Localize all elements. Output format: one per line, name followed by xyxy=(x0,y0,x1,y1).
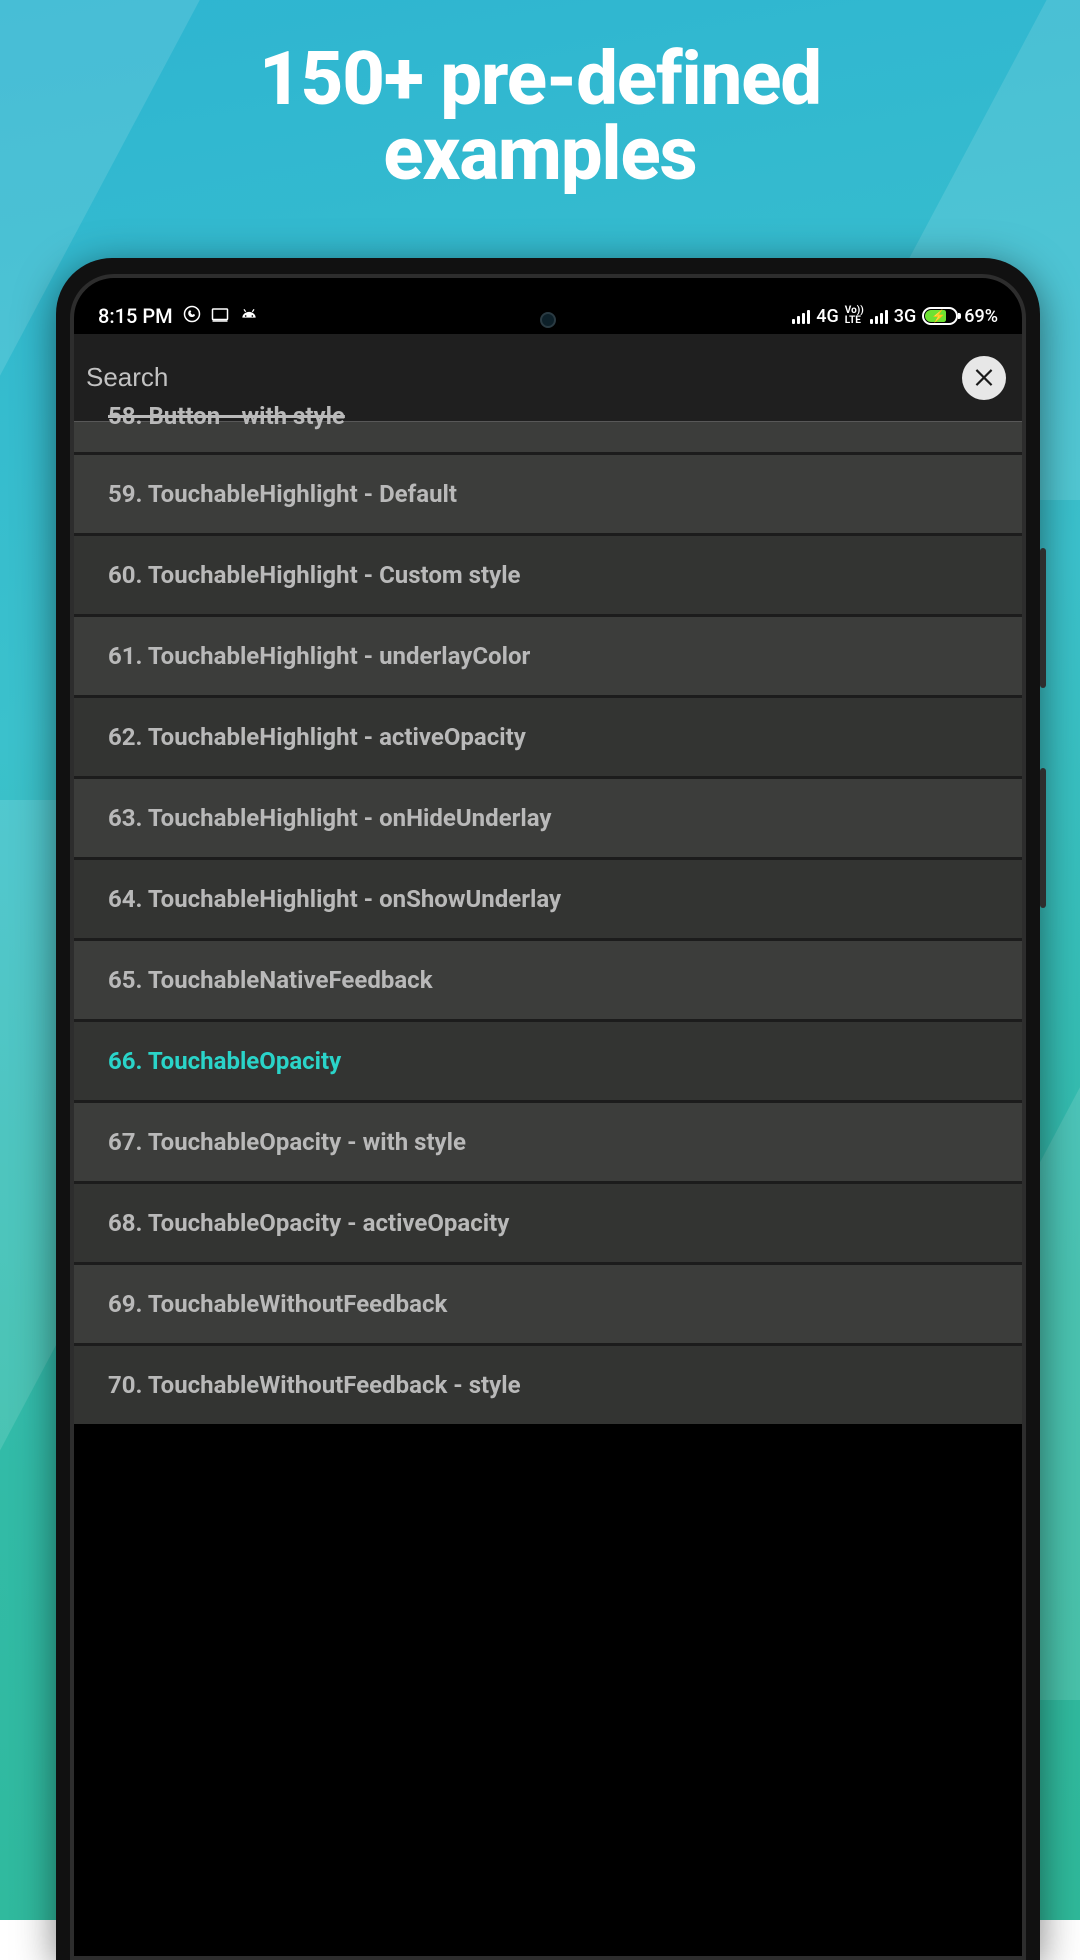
list-item-label: 66. TouchableOpacity xyxy=(108,1047,341,1075)
network-label-1: 4G xyxy=(816,306,839,327)
signal-bars-icon xyxy=(870,308,888,324)
android-icon xyxy=(239,304,259,328)
list-item-label: 58. Button - with style xyxy=(108,402,345,430)
cast-icon xyxy=(211,304,229,328)
list-item[interactable]: 58. Button - with style xyxy=(74,422,1022,452)
list-item[interactable]: 64. TouchableHighlight - onShowUnderlay xyxy=(74,860,1022,938)
phone-frame: 8:15 PM 4G Vo)) LTE 3G ⚡ 69% xyxy=(56,258,1040,1960)
volte-label: Vo)) LTE xyxy=(845,306,864,326)
phone-side-button xyxy=(1040,768,1046,908)
status-time: 8:15 PM xyxy=(98,304,173,328)
signal-bars-icon xyxy=(792,308,810,324)
list-item[interactable]: 70. TouchableWithoutFeedback - style xyxy=(74,1346,1022,1424)
list-item-label: 61. TouchableHighlight - underlayColor xyxy=(108,642,530,670)
search-input[interactable] xyxy=(74,362,962,393)
list-item[interactable]: 67. TouchableOpacity - with style xyxy=(74,1103,1022,1181)
close-button[interactable] xyxy=(962,356,1006,400)
whatsapp-icon xyxy=(183,304,201,328)
list-item-label: 69. TouchableWithoutFeedback xyxy=(108,1290,447,1318)
list-item[interactable]: 69. TouchableWithoutFeedback xyxy=(74,1265,1022,1343)
list-item-label: 62. TouchableHighlight - activeOpacity xyxy=(108,723,526,751)
phone-notch xyxy=(428,278,668,308)
close-icon xyxy=(971,363,997,393)
list-item[interactable]: 66. TouchableOpacity xyxy=(74,1022,1022,1100)
battery-icon: ⚡ xyxy=(922,307,958,325)
list-item-label: 64. TouchableHighlight - onShowUnderlay xyxy=(108,885,561,913)
list-item[interactable]: 63. TouchableHighlight - onHideUnderlay xyxy=(74,779,1022,857)
list-item-label: 65. TouchableNativeFeedback xyxy=(108,966,433,994)
headline-line-1: 150+ pre-defined xyxy=(259,36,821,123)
list-item-label: 67. TouchableOpacity - with style xyxy=(108,1128,466,1156)
list-item-label: 68. TouchableOpacity - activeOpacity xyxy=(108,1209,509,1237)
examples-list[interactable]: 58. Button - with style 59. TouchableHigh… xyxy=(74,422,1022,1424)
list-item[interactable]: 59. TouchableHighlight - Default xyxy=(74,455,1022,533)
list-item-label: 70. TouchableWithoutFeedback - style xyxy=(108,1371,521,1399)
list-item[interactable]: 60. TouchableHighlight - Custom style xyxy=(74,536,1022,614)
list-item[interactable]: 62. TouchableHighlight - activeOpacity xyxy=(74,698,1022,776)
headline-line-2: examples xyxy=(383,111,696,198)
network-label-2: 3G xyxy=(894,306,917,327)
phone-side-button xyxy=(1040,548,1046,688)
list-item-label: 59. TouchableHighlight - Default xyxy=(108,480,457,508)
phone-camera xyxy=(540,312,556,328)
list-item[interactable]: 68. TouchableOpacity - activeOpacity xyxy=(74,1184,1022,1262)
list-item-label: 60. TouchableHighlight - Custom style xyxy=(108,561,521,589)
list-item[interactable]: 65. TouchableNativeFeedback xyxy=(74,941,1022,1019)
list-item-label: 63. TouchableHighlight - onHideUnderlay xyxy=(108,804,552,832)
list-item[interactable]: 61. TouchableHighlight - underlayColor xyxy=(74,617,1022,695)
marketing-headline: 150+ pre-defined examples xyxy=(0,42,1080,193)
battery-percent: 69% xyxy=(964,306,998,327)
